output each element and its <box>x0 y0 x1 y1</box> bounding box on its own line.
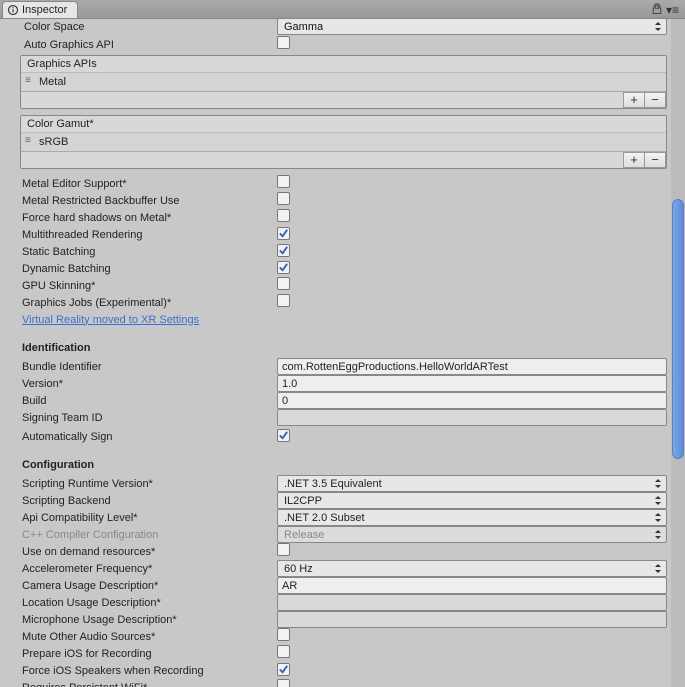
color-gamut-header: Color Gamut* <box>21 116 666 132</box>
location-usage-input[interactable] <box>277 594 667 611</box>
build-label: Build <box>22 394 277 408</box>
color-gamut-listbox: Color Gamut* sRGB + − <box>20 115 667 169</box>
graphics-apis-listbox: Graphics APIs Metal + − <box>20 55 667 109</box>
auto-sign-label: Automatically Sign <box>22 430 277 444</box>
signing-team-input[interactable] <box>277 409 667 426</box>
bundle-id-label: Bundle Identifier <box>22 360 277 374</box>
auto-sign-checkbox[interactable] <box>277 429 290 442</box>
bundle-id-input[interactable] <box>277 358 667 375</box>
dynamic-batching-label: Dynamic Batching <box>22 262 277 276</box>
force-hard-shadows-label: Force hard shadows on Metal* <box>22 211 277 225</box>
configuration-header: Configuration <box>22 459 667 471</box>
force-hard-shadows-checkbox[interactable] <box>277 209 290 222</box>
metal-backbuffer-checkbox[interactable] <box>277 192 290 205</box>
api-compat-label: Api Compatibility Level* <box>22 511 277 525</box>
graphics-apis-add-button[interactable]: + <box>623 92 645 108</box>
graphics-apis-item[interactable]: Metal <box>21 72 666 91</box>
scripting-backend-select[interactable]: IL2CPP <box>277 492 667 509</box>
multithreaded-checkbox[interactable] <box>277 227 290 240</box>
persistent-wifi-checkbox[interactable] <box>277 679 290 687</box>
use-on-demand-checkbox[interactable] <box>277 543 290 556</box>
graphics-apis-remove-button[interactable]: − <box>644 92 666 108</box>
camera-usage-label: Camera Usage Description* <box>22 579 277 593</box>
gpu-skinning-label: GPU Skinning* <box>22 279 277 293</box>
use-on-demand-label: Use on demand resources* <box>22 545 277 559</box>
info-icon <box>7 4 19 16</box>
graphics-jobs-checkbox[interactable] <box>277 294 290 307</box>
multithreaded-label: Multithreaded Rendering <box>22 228 277 242</box>
vertical-scrollbar[interactable] <box>671 19 685 687</box>
microphone-usage-label: Microphone Usage Description* <box>22 613 277 627</box>
cpp-compiler-label: C++ Compiler Configuration <box>22 528 277 542</box>
auto-graphics-checkbox[interactable] <box>277 36 290 49</box>
version-label: Version* <box>22 377 277 391</box>
metal-editor-checkbox[interactable] <box>277 175 290 188</box>
camera-usage-input[interactable] <box>277 577 667 594</box>
metal-backbuffer-label: Metal Restricted Backbuffer Use <box>22 194 277 208</box>
inspector-window: Inspector ▾≡ Color Space Gamma Auto Grap… <box>0 0 685 687</box>
scrollbar-thumb[interactable] <box>672 199 684 459</box>
prepare-ios-checkbox[interactable] <box>277 645 290 658</box>
prepare-ios-label: Prepare iOS for Recording <box>22 647 277 661</box>
inspector-content: Color Space Gamma Auto Graphics API Grap… <box>0 19 671 687</box>
signing-team-label: Signing Team ID <box>22 411 277 425</box>
mute-audio-label: Mute Other Audio Sources* <box>22 630 277 644</box>
mute-audio-checkbox[interactable] <box>277 628 290 641</box>
persistent-wifi-label: Requires Persistent WiFi* <box>22 681 277 687</box>
accel-freq-select[interactable]: 60 Hz <box>277 560 667 577</box>
tab-label: Inspector <box>22 4 67 16</box>
tab-inspector[interactable]: Inspector <box>2 1 78 18</box>
vr-xr-link[interactable]: Virtual Reality moved to XR Settings <box>22 313 199 327</box>
static-batching-label: Static Batching <box>22 245 277 259</box>
version-input[interactable] <box>277 375 667 392</box>
color-gamut-add-button[interactable]: + <box>623 152 645 168</box>
auto-graphics-label: Auto Graphics API <box>22 38 277 52</box>
tab-menu-icon[interactable]: ▾≡ <box>666 3 679 17</box>
scripting-backend-label: Scripting Backend <box>22 494 277 508</box>
tab-bar: Inspector ▾≡ <box>0 0 685 19</box>
static-batching-checkbox[interactable] <box>277 244 290 257</box>
color-gamut-item[interactable]: sRGB <box>21 132 666 151</box>
color-space-select[interactable]: Gamma <box>277 19 667 35</box>
location-usage-label: Location Usage Description* <box>22 596 277 610</box>
force-speakers-label: Force iOS Speakers when Recording <box>22 664 277 678</box>
graphics-apis-header: Graphics APIs <box>21 56 666 72</box>
cpp-compiler-select: Release <box>277 526 667 543</box>
microphone-usage-input[interactable] <box>277 611 667 628</box>
force-speakers-checkbox[interactable] <box>277 663 290 676</box>
scripting-runtime-label: Scripting Runtime Version* <box>22 477 277 491</box>
accel-freq-label: Accelerometer Frequency* <box>22 562 277 576</box>
build-input[interactable] <box>277 392 667 409</box>
api-compat-select[interactable]: .NET 2.0 Subset <box>277 509 667 526</box>
gpu-skinning-checkbox[interactable] <box>277 277 290 290</box>
metal-editor-label: Metal Editor Support* <box>22 177 277 191</box>
color-gamut-remove-button[interactable]: − <box>644 152 666 168</box>
color-space-label: Color Space <box>22 20 277 34</box>
identification-header: Identification <box>22 342 667 354</box>
graphics-jobs-label: Graphics Jobs (Experimental)* <box>22 296 277 310</box>
scripting-runtime-select[interactable]: .NET 3.5 Equivalent <box>277 475 667 492</box>
dynamic-batching-checkbox[interactable] <box>277 261 290 274</box>
lock-icon[interactable] <box>651 3 663 18</box>
